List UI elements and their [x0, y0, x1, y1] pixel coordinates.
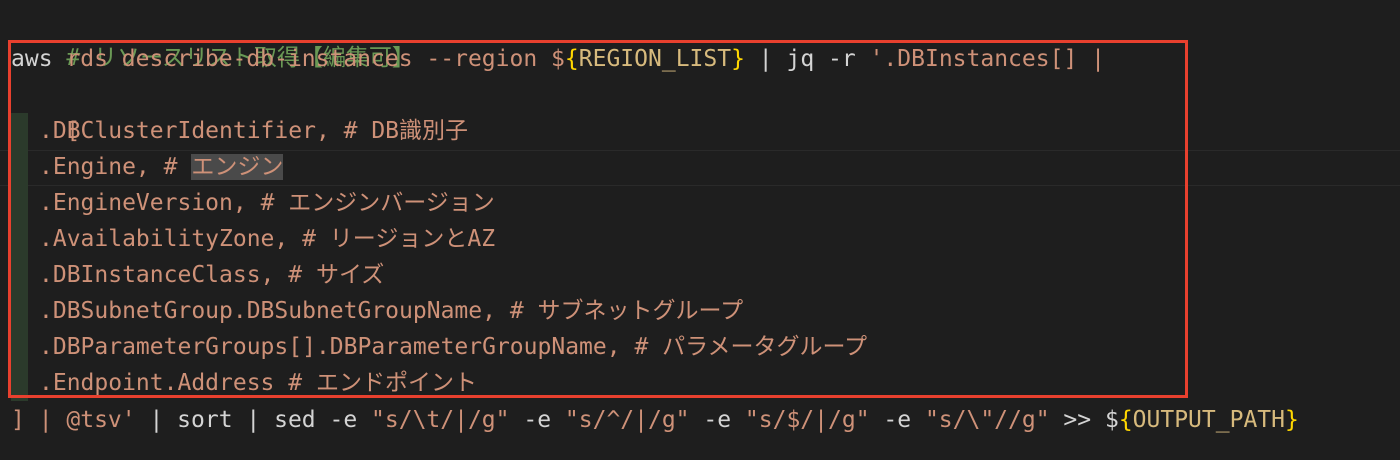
field-path: .DBInstanceClass,	[39, 262, 289, 288]
code-line-field: .EngineVersion, # エンジンバージョン	[11, 185, 495, 221]
code-line-field: .DBSubnetGroup.DBSubnetGroupName, # サブネッ…	[11, 293, 743, 329]
field-path: .DBClusterIdentifier,	[39, 118, 344, 144]
field-path: .DBSubnetGroup.DBSubnetGroupName,	[39, 298, 510, 324]
code-line-aws-command: aws rds describe-db-instances --region $…	[11, 41, 1105, 77]
code-line-bracket-open: [	[11, 77, 80, 144]
code-line-field: .Endpoint.Address # エンドポイント	[11, 365, 477, 401]
sed-expression: "s/\"//g"	[924, 407, 1050, 433]
brace-open: {	[564, 46, 579, 72]
brace-open: {	[1118, 407, 1133, 433]
region-variable: REGION_LIST	[578, 46, 732, 72]
field-comment-prefix: #	[163, 154, 192, 180]
field-comment: # サイズ	[288, 262, 385, 288]
code-editor[interactable]: # リソースリスト取得【編集可】 aws rds describe-db-ins…	[0, 0, 1400, 460]
field-path: .Endpoint.Address	[39, 370, 289, 396]
bracket-close-tsv: ] | @tsv'	[11, 407, 136, 433]
brace-close: }	[1285, 407, 1299, 433]
sed-expression: "s/^/|/g"	[564, 407, 690, 433]
code-line-heading-comment: # リソースリスト取得【編集可】	[11, 4, 415, 71]
code-line-field: .Engine, # エンジン	[11, 149, 284, 185]
field-comment: # パラメータグループ	[634, 334, 868, 360]
command-name: aws	[11, 46, 53, 72]
sed-expression: "s/\t/|/g"	[371, 407, 510, 433]
pipe-jq: | jq -r	[744, 46, 870, 72]
code-line-field: .AvailabilityZone, # リージョンとAZ	[11, 221, 495, 257]
field-path: .DBParameterGroups[].DBParameterGroupNam…	[39, 334, 635, 360]
sed-flag: -e	[509, 407, 565, 433]
code-line-closing: ] | @tsv' | sort | sed -e "s/\t/|/g" -e …	[11, 402, 1299, 438]
field-comment: # エンドポイント	[288, 370, 477, 396]
redirect-operator: >> $	[1049, 407, 1119, 433]
sed-flag: -e	[689, 407, 745, 433]
field-comment: # エンジンバージョン	[260, 190, 495, 216]
field-path: .Engine,	[39, 154, 164, 180]
pipe-sort-sed: | sort | sed -e	[135, 407, 372, 433]
field-comment: # リージョンとAZ	[302, 226, 496, 252]
jq-filter-start: '.DBInstances[] |	[869, 46, 1105, 72]
brace-close: }	[731, 46, 745, 72]
code-line-field: .DBInstanceClass, # サイズ	[11, 257, 384, 293]
selected-word-highlight: エンジン	[191, 154, 284, 180]
code-line-field: .DBParameterGroups[].DBParameterGroupNam…	[11, 329, 867, 365]
sed-flag: -e	[869, 407, 925, 433]
output-path-variable: OUTPUT_PATH	[1132, 407, 1285, 433]
sed-expression: "s/$/|/g"	[744, 407, 870, 433]
field-comment: # サブネットグループ	[509, 298, 744, 324]
field-comment: # DB識別子	[343, 118, 469, 144]
code-line-field: .DBClusterIdentifier, # DB識別子	[11, 113, 468, 149]
field-path: .AvailabilityZone,	[39, 226, 303, 252]
field-path: .EngineVersion,	[39, 190, 261, 216]
command-args: rds describe-db-instances --region $	[52, 46, 565, 72]
